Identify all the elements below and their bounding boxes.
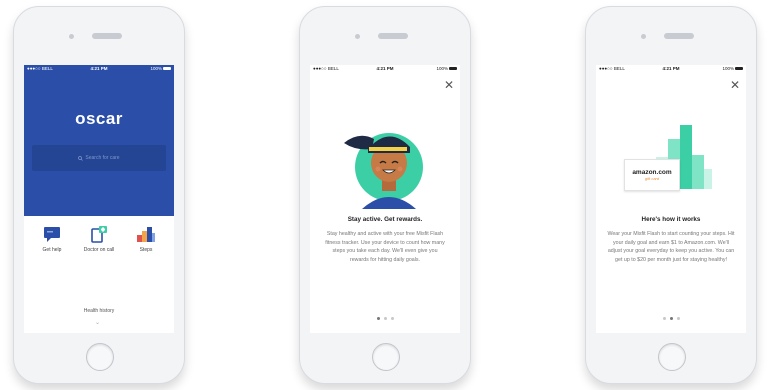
onboarding-screen-1: ●●●○○ BELL 4:21 PM 100% ✕ Stay active. G… xyxy=(310,65,460,333)
search-input[interactable]: Search for care xyxy=(32,145,166,171)
onboarding-title: Here's how it works xyxy=(641,216,701,223)
onboarding-title: Stay active. Get rewards. xyxy=(347,216,423,223)
status-time: 4:21 PM xyxy=(90,66,108,71)
battery-percent: 100% xyxy=(436,66,448,71)
front-camera xyxy=(355,34,360,39)
front-camera xyxy=(69,34,74,39)
onboarding-body: Wear your Misfit Flash to start counting… xyxy=(607,231,735,263)
steps-chart-icon xyxy=(137,227,155,242)
close-icon[interactable]: ✕ xyxy=(730,79,740,91)
battery-icon xyxy=(449,67,457,71)
earpiece-speaker xyxy=(92,33,122,39)
carrier-label: BELL xyxy=(327,66,339,71)
chat-icon xyxy=(44,227,60,242)
home-button[interactable] xyxy=(658,343,686,371)
page-dot-1[interactable] xyxy=(662,317,666,320)
battery-percent: 100% xyxy=(150,66,162,71)
page-dot-2[interactable] xyxy=(669,317,673,320)
tile-steps[interactable]: Steps xyxy=(124,225,168,253)
oscar-logo: oscar xyxy=(75,109,123,128)
page-dot-1[interactable] xyxy=(376,317,380,320)
carrier-label: BELL xyxy=(613,66,625,71)
carrier-label: BELL xyxy=(41,66,53,71)
page-dot-3[interactable] xyxy=(390,317,394,320)
earpiece-speaker xyxy=(378,33,408,39)
close-icon[interactable]: ✕ xyxy=(444,79,454,91)
tile-get-help[interactable]: Get help xyxy=(30,225,74,253)
page-indicator[interactable] xyxy=(596,317,746,320)
battery-percent: 100% xyxy=(722,66,734,71)
tile-label-doctor-on-call: Doctor on call xyxy=(83,247,115,253)
phone-call-icon xyxy=(91,226,107,243)
gift-card-sub: gift card xyxy=(644,176,660,181)
earpiece-speaker xyxy=(664,33,694,39)
gift-card-brand: amazon.com xyxy=(632,169,672,176)
home-button[interactable] xyxy=(86,343,114,371)
status-bar: ●●●○○ BELL 4:21 PM 100% xyxy=(24,65,174,73)
gift-card: amazon.com gift card xyxy=(624,159,680,191)
phone-frame-onboarding-1: ●●●○○ BELL 4:21 PM 100% ✕ Stay active. G… xyxy=(299,6,471,384)
page-dot-3[interactable] xyxy=(676,317,680,320)
battery-icon xyxy=(735,67,743,71)
search-icon xyxy=(78,155,84,161)
page-indicator[interactable] xyxy=(310,317,460,320)
phone-frame-onboarding-2: ●●●○○ BELL 4:21 PM 100% ✕ amazon.com gif… xyxy=(585,6,757,384)
home-button[interactable] xyxy=(372,343,400,371)
tile-label-get-help: Get help xyxy=(42,247,62,253)
battery-icon xyxy=(163,67,171,71)
status-time: 4:21 PM xyxy=(376,66,394,71)
phone-frame-home: ●●●○○ BELL 4:21 PM 100% oscar Search for… xyxy=(13,6,185,384)
home-screen: ●●●○○ BELL 4:21 PM 100% oscar Search for… xyxy=(24,65,174,333)
health-history-link[interactable]: Health history xyxy=(24,308,174,314)
onboarding-screen-2: ●●●○○ BELL 4:21 PM 100% ✕ amazon.com gif… xyxy=(596,65,746,333)
active-person-illustration xyxy=(344,133,423,209)
page-dot-2[interactable] xyxy=(383,317,387,320)
tile-label-steps: Steps xyxy=(139,247,153,253)
hero-banner: ●●●○○ BELL 4:21 PM 100% oscar Search for… xyxy=(24,65,174,216)
status-bar: ●●●○○ BELL 4:21 PM 100% xyxy=(596,65,746,73)
tile-doctor-on-call[interactable]: Doctor on call xyxy=(77,225,121,253)
chevron-down-icon[interactable]: ⌄ xyxy=(95,319,100,326)
front-camera xyxy=(641,34,646,39)
search-placeholder: Search for care xyxy=(85,155,120,161)
onboarding-body: Stay healthy and active with your free M… xyxy=(325,231,445,263)
status-time: 4:21 PM xyxy=(662,66,680,71)
status-bar: ●●●○○ BELL 4:21 PM 100% xyxy=(310,65,460,73)
